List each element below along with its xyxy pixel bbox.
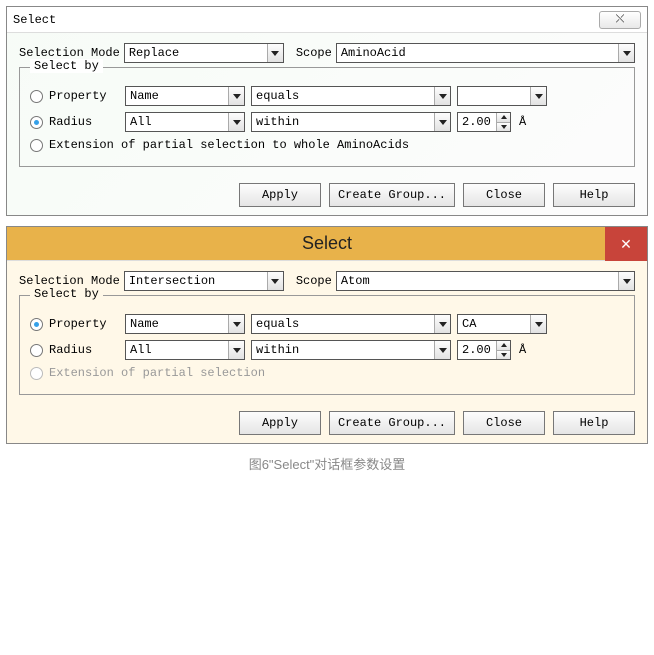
title-bar: Select ✕ [7, 227, 647, 261]
spinner-down-icon[interactable] [497, 123, 510, 132]
dialog-content: Selection Mode Intersection Scope Atom S… [7, 261, 647, 443]
selection-mode-select[interactable]: Intersection [124, 271, 284, 291]
extension-radio [30, 367, 43, 380]
chevron-down-icon [530, 87, 546, 105]
select-by-fieldset: Select by Property Name equals CA [19, 295, 635, 395]
select-by-legend: Select by [30, 287, 103, 301]
chevron-down-icon [530, 315, 546, 333]
property-row: Property Name equals CA [30, 314, 624, 334]
scope-select[interactable]: AminoAcid [336, 43, 635, 63]
property-val-select[interactable] [457, 86, 547, 106]
selection-mode-label: Selection Mode [19, 274, 120, 288]
radius-op-select[interactable]: within [251, 112, 451, 132]
property-radio[interactable] [30, 318, 43, 331]
dialog-title: Select [302, 233, 352, 254]
selection-mode-select[interactable]: Replace [124, 43, 284, 63]
extension-row: Extension of partial selection [30, 366, 624, 380]
radius-label: Radius [49, 115, 119, 129]
extension-label: Extension of partial selection [49, 366, 265, 380]
chevron-down-icon [267, 44, 283, 62]
selection-mode-label: Selection Mode [19, 46, 120, 60]
property-op-select[interactable]: equals [251, 86, 451, 106]
chevron-down-icon [618, 272, 634, 290]
select-by-fieldset: Select by Property Name equals [19, 67, 635, 167]
mode-scope-row: Selection Mode Intersection Scope Atom [19, 271, 635, 291]
select-dialog-1: Select ⤬ Selection Mode Replace Scope Am… [6, 6, 648, 216]
spinner-up-icon[interactable] [497, 113, 510, 123]
close-button[interactable]: Close [463, 411, 545, 435]
extension-row: Extension of partial selection to whole … [30, 138, 624, 152]
dialog-title: Select [13, 13, 56, 27]
figure-caption: 图6"Select"对话框参数设置 [6, 454, 648, 473]
select-dialog-2: Select ✕ Selection Mode Intersection Sco… [6, 226, 648, 444]
select-by-legend: Select by [30, 59, 103, 73]
property-val-select[interactable]: CA [457, 314, 547, 334]
property-label: Property [49, 89, 119, 103]
radius-op-select[interactable]: within [251, 340, 451, 360]
radius-radio[interactable] [30, 344, 43, 357]
radius-unit: Å [519, 115, 526, 129]
chevron-down-icon [228, 315, 244, 333]
title-bar: Select ⤬ [7, 7, 647, 33]
button-row: Apply Create Group... Close Help [19, 411, 635, 435]
property-attr-select[interactable]: Name [125, 86, 245, 106]
chevron-down-icon [267, 272, 283, 290]
radius-row: Radius All within 2.00 Å [30, 112, 624, 132]
radius-value-spinner[interactable]: 2.00 [457, 340, 511, 360]
spinner-up-icon[interactable] [497, 341, 510, 351]
extension-label: Extension of partial selection to whole … [49, 138, 409, 152]
scope-label: Scope [296, 274, 332, 288]
property-row: Property Name equals [30, 86, 624, 106]
apply-button[interactable]: Apply [239, 183, 321, 207]
property-op-select[interactable]: equals [251, 314, 451, 334]
create-group-button[interactable]: Create Group... [329, 411, 455, 435]
dialog-content: Selection Mode Replace Scope AminoAcid S… [7, 33, 647, 215]
spinner-down-icon[interactable] [497, 351, 510, 360]
radius-attr-select[interactable]: All [125, 112, 245, 132]
chevron-down-icon [618, 44, 634, 62]
create-group-button[interactable]: Create Group... [329, 183, 455, 207]
close-icon[interactable]: ✕ [605, 227, 647, 261]
scope-label: Scope [296, 46, 332, 60]
chevron-down-icon [434, 113, 450, 131]
chevron-down-icon [228, 341, 244, 359]
chevron-down-icon [434, 341, 450, 359]
property-label: Property [49, 317, 119, 331]
help-button[interactable]: Help [553, 183, 635, 207]
property-radio[interactable] [30, 90, 43, 103]
button-row: Apply Create Group... Close Help [19, 183, 635, 207]
close-button[interactable]: Close [463, 183, 545, 207]
radius-unit: Å [519, 343, 526, 357]
chevron-down-icon [434, 87, 450, 105]
radius-label: Radius [49, 343, 119, 357]
chevron-down-icon [434, 315, 450, 333]
extension-radio[interactable] [30, 139, 43, 152]
radius-row: Radius All within 2.00 Å [30, 340, 624, 360]
radius-attr-select[interactable]: All [125, 340, 245, 360]
radius-value-spinner[interactable]: 2.00 [457, 112, 511, 132]
close-icon[interactable]: ⤬ [599, 11, 641, 29]
chevron-down-icon [228, 87, 244, 105]
apply-button[interactable]: Apply [239, 411, 321, 435]
property-attr-select[interactable]: Name [125, 314, 245, 334]
chevron-down-icon [228, 113, 244, 131]
scope-select[interactable]: Atom [336, 271, 635, 291]
mode-scope-row: Selection Mode Replace Scope AminoAcid [19, 43, 635, 63]
radius-radio[interactable] [30, 116, 43, 129]
help-button[interactable]: Help [553, 411, 635, 435]
